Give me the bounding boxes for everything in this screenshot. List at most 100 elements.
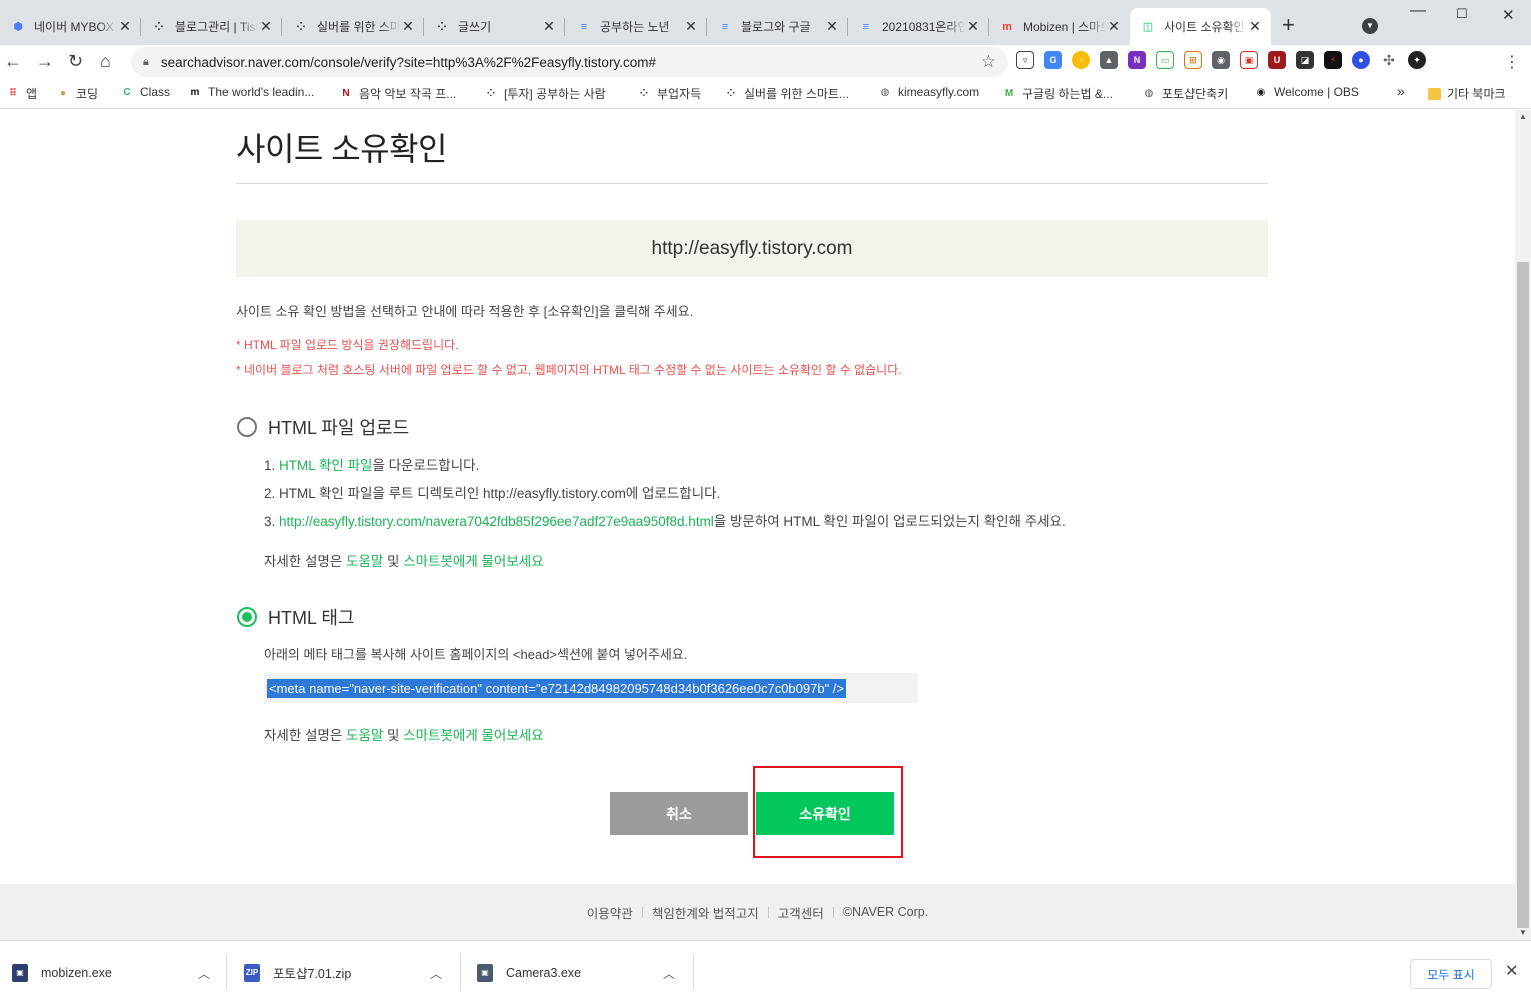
minimize-button[interactable]: — xyxy=(1410,2,1426,20)
record-ext-icon[interactable]: ⚡ xyxy=(1324,51,1342,69)
tab-search-icon[interactable]: ▼ xyxy=(1362,18,1378,34)
tab-title: 블로그와 구글 xyxy=(741,20,811,34)
bookmark-item[interactable]: ● 코딩 xyxy=(56,85,98,102)
close-tab-icon[interactable]: ✕ xyxy=(683,18,699,35)
bookmark-star-icon[interactable]: ☆ xyxy=(981,52,996,72)
html-file-download-link[interactable]: HTML 확인 파일 xyxy=(279,458,372,473)
show-all-downloads-button[interactable]: 모두 표시 xyxy=(1410,959,1492,989)
back-button[interactable]: ← xyxy=(4,51,22,71)
bookmark-item[interactable]: ⁘ [투자] 공부하는 사람 xyxy=(484,85,606,102)
bookmark-item[interactable]: ◍ 포토샵단축키 xyxy=(1142,85,1229,102)
onenote-icon[interactable]: N xyxy=(1128,51,1146,69)
tab-title: Mobizen | 스마트 xyxy=(1023,20,1106,34)
page-title: 사이트 소유확인 xyxy=(236,131,447,167)
scroll-down-icon[interactable]: ▼ xyxy=(1519,928,1527,937)
chevron-up-icon[interactable]: ︿ xyxy=(198,965,210,982)
option-html-file[interactable]: HTML 파일 업로드 xyxy=(237,414,409,440)
close-tab-icon[interactable]: ✕ xyxy=(1247,18,1263,35)
radio-html-tag[interactable] xyxy=(237,607,257,627)
tab-title: 글쓰기 xyxy=(458,20,492,34)
screenshot-ext-icon[interactable]: ▣ xyxy=(1240,51,1258,69)
blue-circle-ext-icon[interactable]: ● xyxy=(1352,51,1370,69)
maximize-button[interactable]: ☐ xyxy=(1456,6,1468,22)
profile-ext-icon[interactable]: ◉ xyxy=(1212,51,1230,69)
more-bookmarks-icon[interactable]: » xyxy=(1397,83,1405,99)
bookmark-item[interactable]: N 음악 악보 작곡 프... xyxy=(339,85,456,102)
bookmark-item[interactable]: C Class xyxy=(120,85,170,99)
radio-html-file[interactable] xyxy=(237,417,257,437)
scroll-up-icon[interactable]: ▲ xyxy=(1519,112,1527,121)
page-scrollbar[interactable]: ▲ ▼ xyxy=(1515,110,1531,940)
close-tab-icon[interactable]: ✕ xyxy=(117,18,133,35)
close-tab-icon[interactable]: ✕ xyxy=(824,18,840,35)
cancel-button[interactable]: 취소 xyxy=(610,792,748,835)
bookmark-item[interactable]: ◉ Welcome | OBS xyxy=(1254,85,1359,99)
browser-tab[interactable]: m Mobizen | 스마트 ✕ xyxy=(989,8,1130,45)
puzzle-extensions-icon[interactable]: ✣ xyxy=(1380,51,1398,69)
browser-menu-icon[interactable]: ⋮ xyxy=(1504,52,1520,72)
home-button[interactable]: ⌂ xyxy=(100,51,111,71)
bookmark-item[interactable]: M 구글링 하는법 &... xyxy=(1002,85,1113,102)
download-item[interactable]: ▣ Camera3.exe ︿ xyxy=(477,941,697,1004)
footer-support-link[interactable]: 고객센터 xyxy=(778,903,824,922)
chevron-up-icon[interactable]: ︿ xyxy=(663,965,675,982)
bookmark-item[interactable]: ⁘ 부업자득 xyxy=(637,85,701,102)
help-text-tag: 자세한 설명은 도움말 및 스마트봇에게 물어보세요 xyxy=(264,724,544,744)
mirror-ext-icon[interactable]: ◪ xyxy=(1296,51,1314,69)
download-item[interactable]: ▣ mobizen.exe ︿ xyxy=(12,941,232,1004)
ublock-icon[interactable]: U xyxy=(1268,51,1286,69)
reload-button[interactable]: ↻ xyxy=(68,51,83,71)
close-window-button[interactable]: ✕ xyxy=(1502,6,1515,24)
browser-tab[interactable]: ≡ 20210831온라인 ✕ xyxy=(848,8,989,45)
browser-tab[interactable]: ◫ 사이트 소유확인 ✕ xyxy=(1130,8,1271,45)
browser-tab[interactable]: ⁘ 블로그관리 | Tistory✕ xyxy=(141,8,282,45)
address-bar[interactable]: 🔒︎ searchadvisor.naver.com/console/verif… xyxy=(131,47,1008,77)
scrollbar-thumb[interactable] xyxy=(1517,262,1529,928)
browser-tab[interactable]: ≡ 블로그와 구글 ✕ xyxy=(707,8,848,45)
bookmark-item[interactable]: ⁘ 실버를 위한 스마트... xyxy=(724,85,849,102)
option-html-tag[interactable]: HTML 태그 xyxy=(237,604,354,630)
footer-terms-link[interactable]: 이용약관 xyxy=(587,903,633,922)
smartbot-link[interactable]: 스마트봇에게 물어보세요 xyxy=(403,554,543,569)
drive-ext-icon[interactable]: ▲ xyxy=(1100,51,1118,69)
layout-ext-icon[interactable]: ⊞ xyxy=(1184,51,1202,69)
bookmark-label: kimeasyfly.com xyxy=(898,85,980,99)
extensions-area: ▿ G ◔ ▲ N ▭ ⊞ ◉ ▣ U ◪ ⚡ ● ✣ ✦ xyxy=(1016,51,1431,69)
bookmark-label: 부업자득 xyxy=(657,87,702,101)
tab-divider xyxy=(564,18,565,36)
smartbot-link[interactable]: 스마트봇에게 물어보세요 xyxy=(403,728,543,743)
close-tab-icon[interactable]: ✕ xyxy=(400,18,416,35)
browser-tab[interactable]: ⁘ 글쓰기 ✕ xyxy=(424,8,565,45)
chevron-up-icon[interactable]: ︿ xyxy=(430,965,442,982)
close-tab-icon[interactable]: ✕ xyxy=(965,18,981,35)
verify-file-link[interactable]: http://easyfly.tistory.com/navera7042fdb… xyxy=(279,514,714,529)
close-tab-icon[interactable]: ✕ xyxy=(258,18,274,35)
close-download-shelf-icon[interactable]: ✕ xyxy=(1505,961,1518,981)
class-icon: C xyxy=(123,86,131,98)
meta-tag-text[interactable]: <meta name="naver-site-verification" con… xyxy=(267,678,847,698)
browser-tab[interactable]: ⬢ 네이버 MYBOX ✕ xyxy=(0,8,141,45)
meta-tag-box[interactable]: <meta name="naver-site-verification" con… xyxy=(264,673,918,703)
pocket-icon[interactable]: ▿ xyxy=(1016,51,1034,69)
close-tab-icon[interactable]: ✕ xyxy=(541,18,557,35)
bookmark-item[interactable]: ⠿ 앱 xyxy=(6,85,37,102)
translate-icon[interactable]: G xyxy=(1044,51,1062,69)
help-link[interactable]: 도움말 xyxy=(346,728,383,743)
footer-disclaimer-link[interactable]: 책임한계와 법적고지 xyxy=(652,903,759,922)
bookmark-item[interactable]: m The world's leadin... xyxy=(188,85,315,99)
globe-icon: ◍ xyxy=(880,86,890,98)
forward-button[interactable]: → xyxy=(36,51,54,71)
new-tab-button[interactable]: + xyxy=(1282,14,1295,36)
tag-ext-icon[interactable]: ▭ xyxy=(1156,51,1174,69)
bookmark-item[interactable]: ◍ kimeasyfly.com xyxy=(878,85,980,99)
browser-tab[interactable]: ≡ 공부하는 노년 ✕ xyxy=(566,8,707,45)
help-link[interactable]: 도움말 xyxy=(346,554,383,569)
chrome-ext-icon[interactable]: ◔ xyxy=(1072,51,1090,69)
avatar[interactable]: ✦ xyxy=(1408,51,1426,69)
other-bookmarks[interactable]: 기타 북마크 xyxy=(1428,85,1506,102)
download-item[interactable]: ZIP 포토샵7.01.zip ︿ xyxy=(244,941,464,1004)
close-tab-icon[interactable]: ✕ xyxy=(1106,18,1122,35)
meta-instruction: 아래의 메타 태그를 복사해 사이트 홈페이지의 <head>섹션에 붙여 넣어… xyxy=(264,647,688,662)
option-html-tag-label: HTML 태그 xyxy=(268,608,355,628)
browser-tab[interactable]: ⁘ 실버를 위한 스마트✕ xyxy=(283,8,424,45)
